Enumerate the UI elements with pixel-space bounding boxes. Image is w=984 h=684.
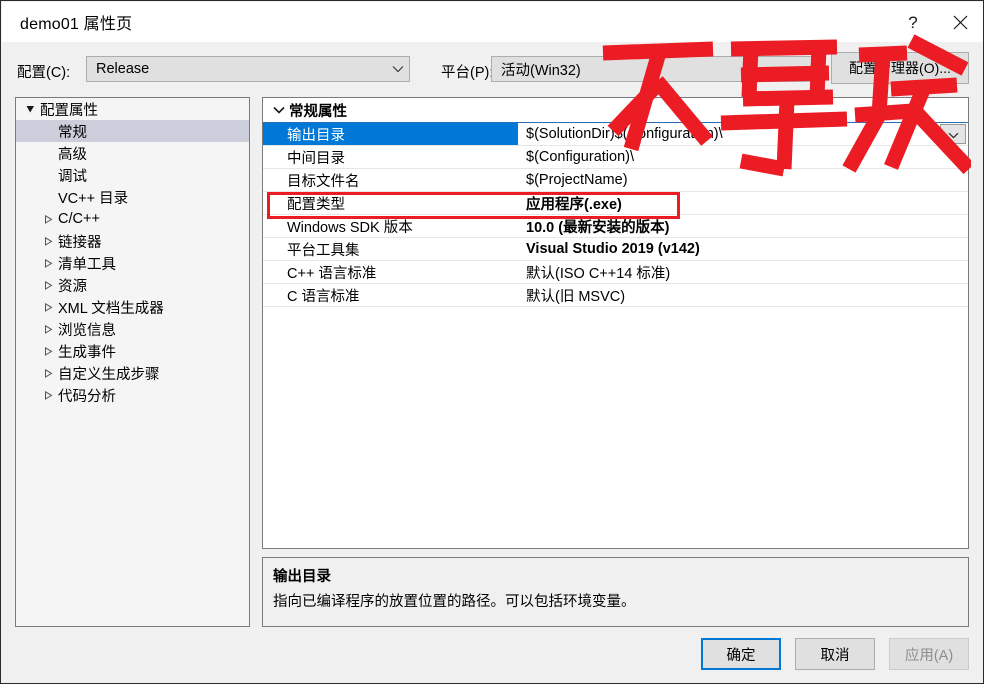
close-button[interactable] <box>936 2 983 42</box>
tree-item-2[interactable]: 高级 <box>16 142 249 164</box>
property-value[interactable]: $(Configuration)\ <box>518 146 968 168</box>
close-icon <box>953 15 968 30</box>
property-value[interactable]: Visual Studio 2019 (v142) <box>518 238 968 260</box>
tree-item-label: 高级 <box>58 146 87 163</box>
property-row[interactable]: Windows SDK 版本 10.0 (最新安装的版本) <box>263 215 968 238</box>
property-pages-dialog: demo01 属性页 ? 配置(C): Release 平台(P): 活动(Wi… <box>0 0 984 684</box>
description-title: 输出目录 <box>273 569 331 585</box>
tree-item-label: XML 文档生成器 <box>58 300 164 317</box>
configuration-value: Release <box>96 61 150 77</box>
property-value[interactable]: $(SolutionDir)$(Configuration)\ <box>518 123 968 145</box>
description-body: 指向已编译程序的放置位置的路径。可以包括环境变量。 <box>273 594 636 610</box>
question-mark-icon: ? <box>908 12 918 32</box>
twisty-collapsed-icon <box>40 214 56 224</box>
tree-item-11[interactable]: 生成事件 <box>16 340 249 362</box>
tree-item-9[interactable]: XML 文档生成器 <box>16 296 249 318</box>
tree-item-6[interactable]: 链接器 <box>16 230 249 252</box>
configuration-tree[interactable]: 配置属性常规高级调试 VC++ 目录 C/C++ 链接器清单工具资源 XML 文档生成器… <box>15 97 250 627</box>
tree-item-label: 浏览信息 <box>58 322 116 339</box>
property-name: C++ 语言标准 <box>287 265 377 282</box>
property-name: 目标文件名 <box>287 173 360 190</box>
tree-item-10[interactable]: 浏览信息 <box>16 318 249 340</box>
tree-item-5[interactable]: C/C++ <box>16 208 249 230</box>
chevron-down-icon <box>387 65 409 73</box>
property-name: Windows SDK 版本 <box>287 219 413 236</box>
twisty-collapsed-icon <box>40 236 56 246</box>
tree-item-label: 代码分析 <box>58 388 116 405</box>
apply-button: 应用(A) <box>889 638 969 670</box>
twisty-collapsed-icon <box>40 258 56 268</box>
property-row[interactable]: 目标文件名 $(ProjectName) <box>263 169 968 192</box>
tree-item-13[interactable]: 代码分析 <box>16 384 249 406</box>
tree-item-label: C/C++ <box>58 211 100 227</box>
tree-item-12[interactable]: 自定义生成步骤 <box>16 362 249 384</box>
tree-item-8[interactable]: 资源 <box>16 274 249 296</box>
property-value-dropdown-button[interactable] <box>940 124 966 144</box>
platform-dropdown[interactable]: 活动(Win32) <box>491 56 815 82</box>
property-group-title: 常规属性 <box>289 103 347 120</box>
property-value[interactable]: 默认(旧 MSVC) <box>518 284 968 306</box>
property-value[interactable]: 10.0 (最新安装的版本) <box>518 215 968 237</box>
window-controls: ? <box>890 2 983 42</box>
property-name: 输出目录 <box>263 123 518 145</box>
property-name: 中间目录 <box>287 150 345 167</box>
twisty-expanded-icon <box>22 105 38 114</box>
property-row[interactable]: 中间目录 $(Configuration)\ <box>263 146 968 169</box>
property-value[interactable]: 应用程序(.exe) <box>518 192 968 214</box>
twisty-collapsed-icon <box>40 302 56 312</box>
tree-item-label: 资源 <box>58 278 87 295</box>
tree-item-label: 自定义生成步骤 <box>58 366 160 383</box>
property-name: 平台工具集 <box>287 242 360 259</box>
property-group-header[interactable]: 常规属性 <box>263 98 968 123</box>
property-row[interactable]: 配置类型 应用程序(.exe) <box>263 192 968 215</box>
configuration-manager-button[interactable]: 配置管理器(O)... <box>831 52 969 84</box>
title-bar: demo01 属性页 ? <box>2 2 983 42</box>
tree-item-label: VC++ 目录 <box>58 190 129 207</box>
ok-button[interactable]: 确定 <box>701 638 781 670</box>
tree-item-3[interactable]: 调试 <box>16 164 249 186</box>
tree-item-0[interactable]: 配置属性 <box>16 98 249 120</box>
twisty-collapsed-icon <box>40 346 56 356</box>
tree-item-1[interactable]: 常规 <box>16 120 249 142</box>
chevron-down-icon <box>792 65 814 73</box>
twisty-collapsed-icon <box>40 368 56 378</box>
chevron-down-icon <box>948 126 959 142</box>
twisty-collapsed-icon <box>40 390 56 400</box>
property-row[interactable]: C 语言标准 默认(旧 MSVC) <box>263 284 968 307</box>
tree-item-7[interactable]: 清单工具 <box>16 252 249 274</box>
tree-item-label: 配置属性 <box>40 102 98 119</box>
property-name: 配置类型 <box>287 196 345 213</box>
platform-label: 平台(P): <box>441 65 494 81</box>
twisty-collapsed-icon <box>40 280 56 290</box>
twisty-collapsed-icon <box>40 324 56 334</box>
property-name: C 语言标准 <box>287 288 360 305</box>
window-title: demo01 属性页 <box>20 16 133 33</box>
tree-item-4[interactable]: VC++ 目录 <box>16 186 249 208</box>
property-row[interactable]: 平台工具集 Visual Studio 2019 (v142) <box>263 238 968 261</box>
configuration-dropdown[interactable]: Release <box>86 56 410 82</box>
tree-item-label: 常规 <box>58 124 87 141</box>
help-button[interactable]: ? <box>890 2 936 42</box>
configuration-label: 配置(C): <box>17 65 71 81</box>
platform-value: 活动(Win32) <box>501 62 581 79</box>
tree-item-label: 清单工具 <box>58 256 116 273</box>
tree-item-label: 链接器 <box>58 234 102 251</box>
cancel-button[interactable]: 取消 <box>795 638 875 670</box>
property-row[interactable]: 输出目录 $(SolutionDir)$(Configuration)\ <box>263 123 968 146</box>
property-value[interactable]: $(ProjectName) <box>518 169 968 191</box>
description-panel: 输出目录 指向已编译程序的放置位置的路径。可以包括环境变量。 <box>262 557 969 627</box>
property-row[interactable]: C++ 语言标准 默认(ISO C++14 标准) <box>263 261 968 284</box>
chevron-down-icon <box>269 106 289 114</box>
tree-item-label: 调试 <box>58 168 87 185</box>
property-value[interactable]: 默认(ISO C++14 标准) <box>518 261 968 283</box>
tree-item-label: 生成事件 <box>58 344 116 361</box>
property-grid[interactable]: 常规属性 输出目录 $(SolutionDir)$(Configuration)\… <box>262 97 969 549</box>
